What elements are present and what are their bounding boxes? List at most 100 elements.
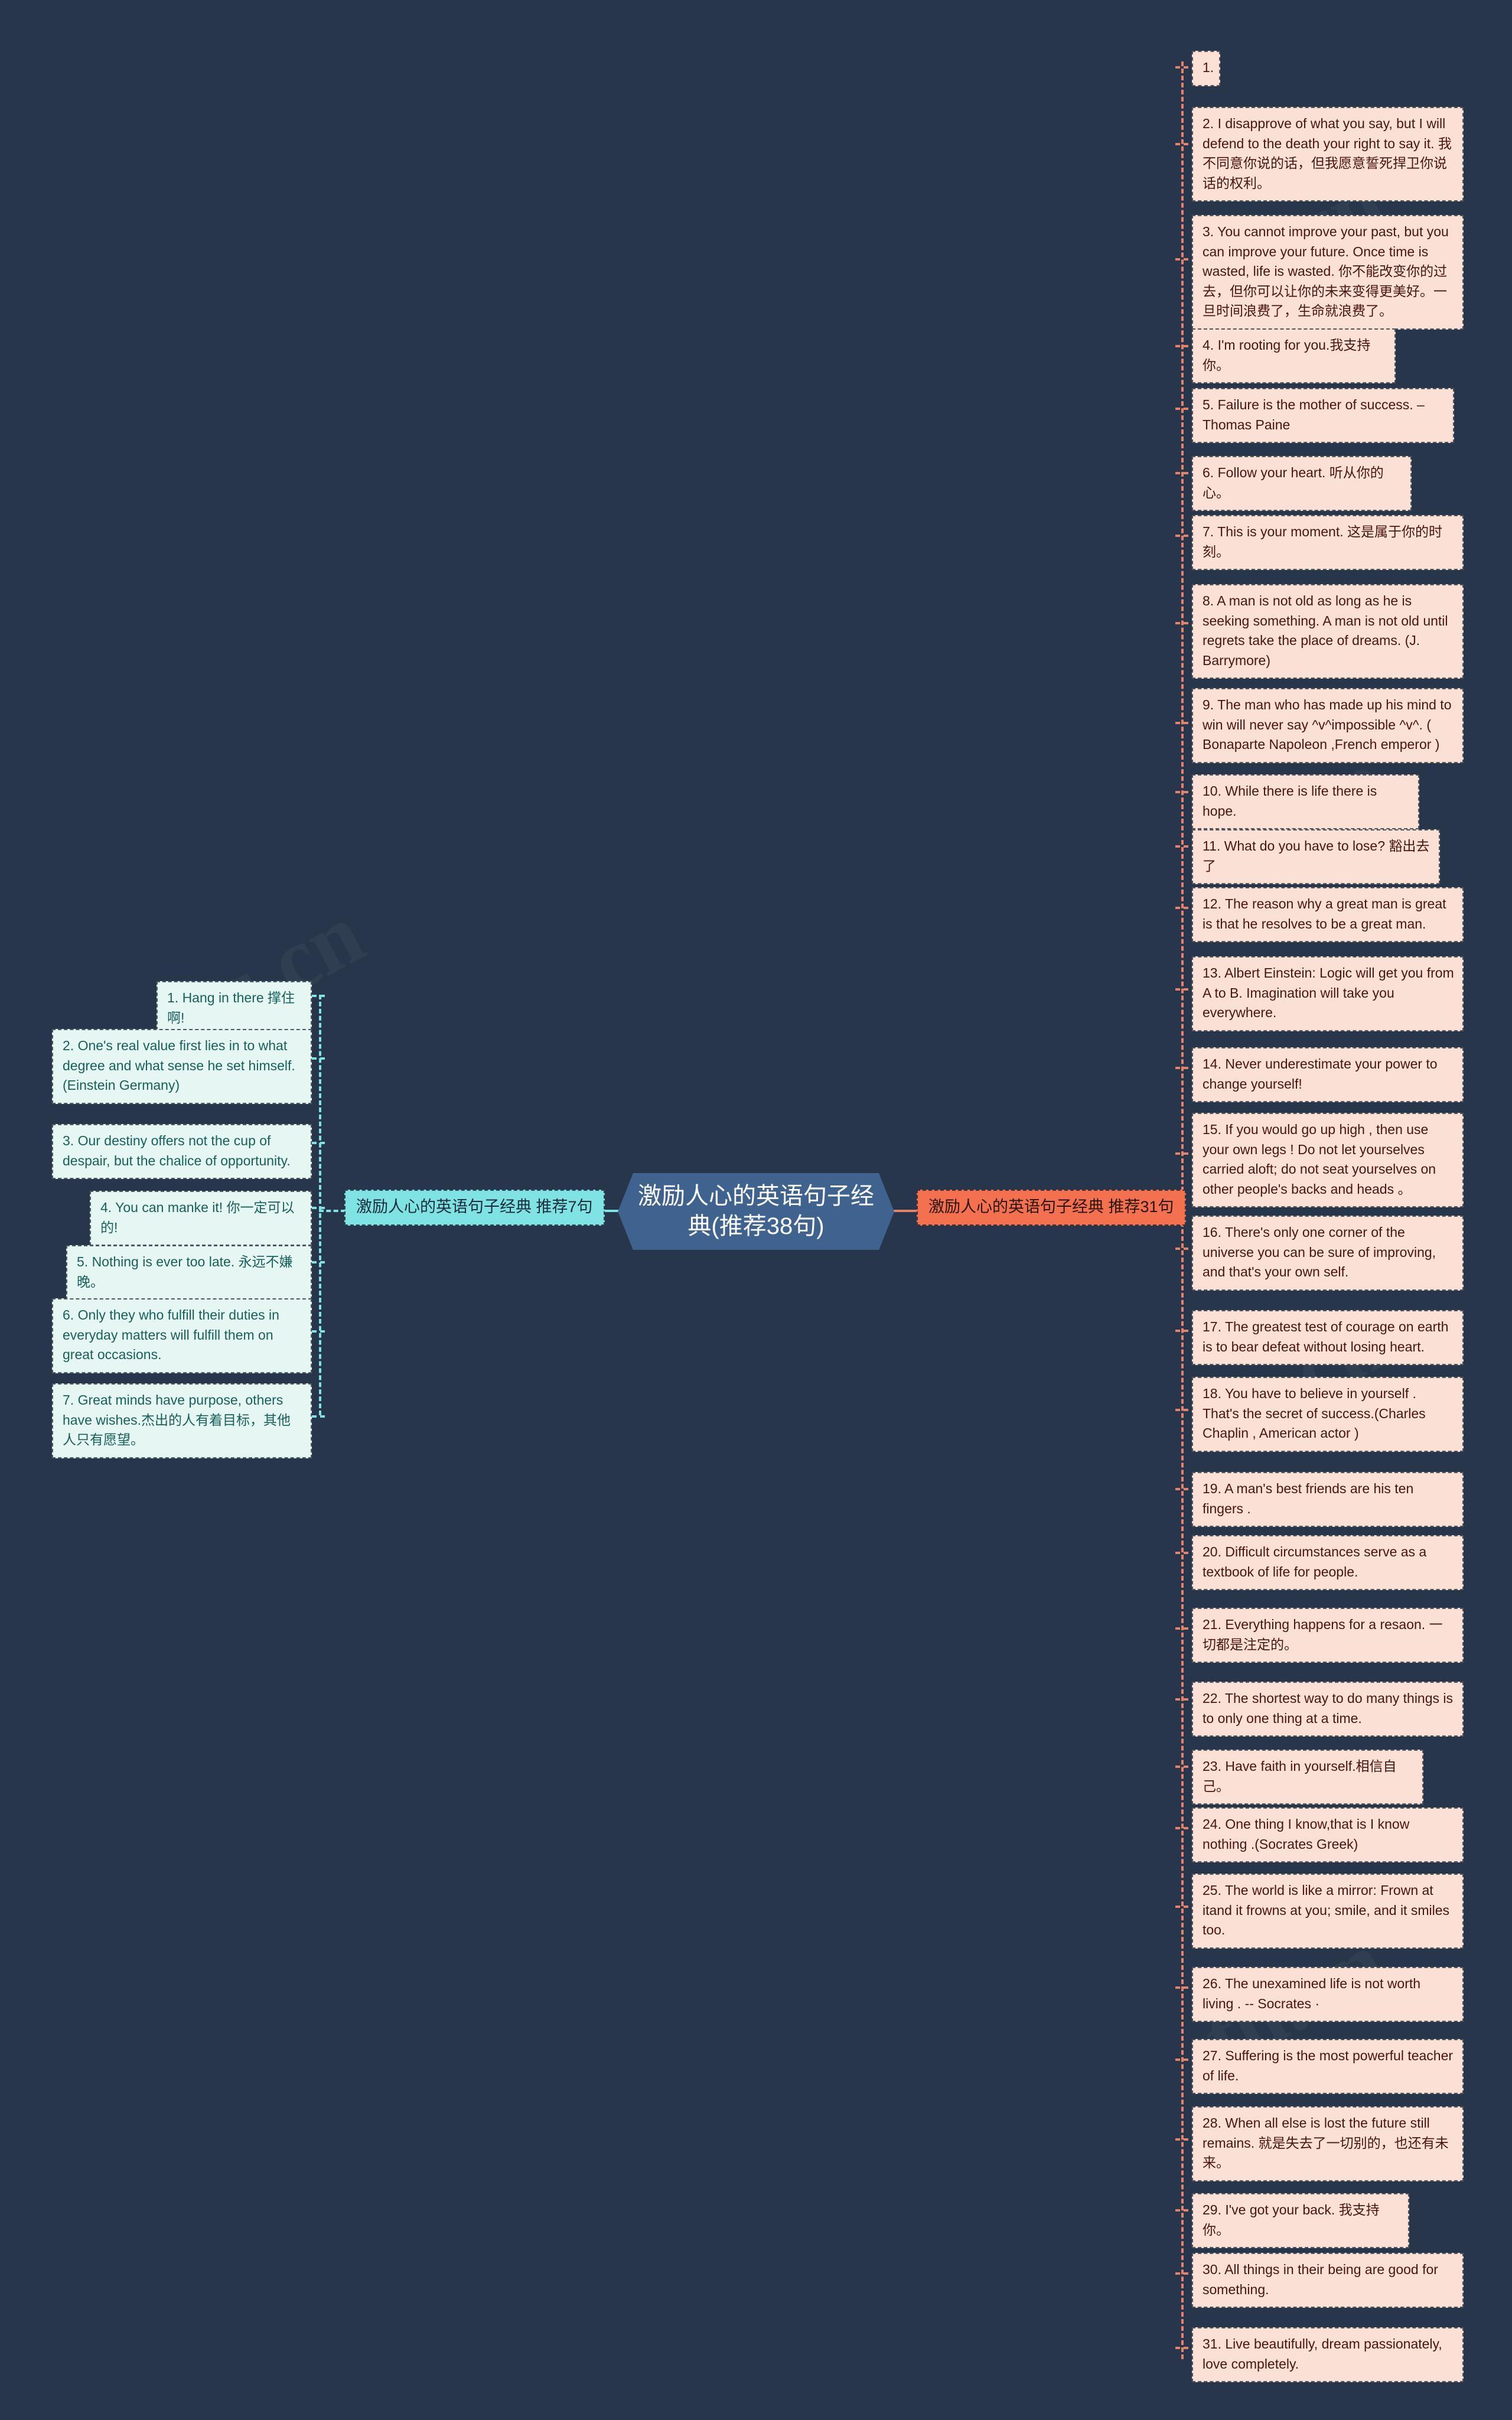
list-item[interactable]: 28. When all else is lost the future sti… [1192,2106,1464,2181]
connector-left-branch-stub [319,1210,346,1212]
list-item[interactable]: 18. You have to believe in yourself . Th… [1192,1377,1464,1452]
leaf-text: 6. Follow your heart. 听从你的心。 [1203,465,1384,500]
connector-right-leaf-stub [1175,1827,1188,1829]
list-item[interactable]: 30. All things in their being are good f… [1192,2253,1464,2308]
leaf-text: 4. I'm rooting for you.我支持你。 [1203,337,1371,373]
leaf-text: 18. You have to believe in yourself . Th… [1203,1386,1426,1441]
branch-node-right-label: 激励人心的英语句子经典 推荐31句 [928,1198,1174,1216]
leaf-text: 24. One thing I know,that is I know noth… [1203,1816,1410,1852]
connector-right-leaf-stub [1175,722,1188,724]
connector-right-leaf-stub [1175,845,1188,848]
list-item[interactable]: 31. Live beautifully, dream passionately… [1192,2327,1464,2383]
list-item[interactable]: 25. The world is like a mirror: Frown at… [1192,1874,1464,1949]
leaf-text: 17. The greatest test of courage on eart… [1203,1319,1449,1354]
list-item[interactable]: 23. Have faith in yourself.相信自己。 [1192,1750,1423,1805]
connector-right-leaf-stub [1175,2059,1188,2061]
list-item[interactable]: 1. [1192,51,1220,86]
root-node-label: 激励人心的英语句子经典(推荐38句) [638,1183,874,1240]
leaf-text: 14. Never underestimate your power to ch… [1203,1056,1438,1092]
list-item[interactable]: 11. What do you have to lose? 豁出去了 [1192,829,1440,885]
leaf-text: 21. Everything happens for a resaon. 一切都… [1203,1617,1443,1652]
connector-right-leaf-stub [1175,1906,1188,1908]
list-item[interactable]: 4. You can manke it! 你一定可以的! [90,1191,312,1246]
list-item[interactable]: 27. Suffering is the most powerful teach… [1192,2039,1464,2095]
leaf-text: 3. Our destiny offers not the cup of des… [63,1133,291,1168]
list-item[interactable]: 3. Our destiny offers not the cup of des… [52,1124,312,1180]
connector-right-leaf-stub [1175,258,1188,260]
list-item[interactable]: 17. The greatest test of courage on eart… [1192,1310,1464,1366]
list-item[interactable]: 8. A man is not old as long as he is see… [1192,584,1464,679]
list-item[interactable]: 6. Only they who fulfill their duties in… [52,1298,312,1373]
list-item[interactable]: 2. I disapprove of what you say, but I w… [1192,107,1464,202]
leaf-text: 29. I've got your back. 我支持你。 [1203,2202,1380,2237]
leaf-text: 3. You cannot improve your past, but you… [1203,224,1449,319]
connector-right-leaf-stub [1175,472,1188,474]
list-item[interactable]: 7. This is your moment. 这是属于你的时刻。 [1192,515,1464,571]
leaf-text: 15. If you would go up high , then use y… [1203,1122,1436,1197]
list-item[interactable]: 15. If you would go up high , then use y… [1192,1113,1464,1208]
leaf-text: 7. Great minds have purpose, others have… [63,1392,291,1448]
leaf-text: 5. Nothing is ever too late. 永远不嫌晚。 [77,1254,293,1289]
connector-right-leaf-stub [1175,535,1188,537]
connector-right-leaf-stub [1175,345,1188,347]
connector-right-leaf-stub [1175,1152,1188,1155]
list-item[interactable]: 19. A man's best friends are his ten fin… [1192,1472,1464,1527]
connector-right-leaf-stub [1175,988,1188,991]
list-item[interactable]: 12. The reason why a great man is great … [1192,887,1464,943]
branch-node-right[interactable]: 激励人心的英语句子经典 推荐31句 [917,1190,1186,1226]
list-item[interactable]: 16. There's only one corner of the unive… [1192,1216,1464,1291]
leaf-text: 9. The man who has made up his mind to w… [1203,697,1452,753]
leaf-text: 5. Failure is the mother of success. – T… [1203,397,1425,432]
leaf-text: 16. There's only one corner of the unive… [1203,1224,1436,1280]
list-item[interactable]: 1. Hang in there 撑住啊! [157,981,312,1037]
connector-right-leaf-stub [1175,1067,1188,1069]
list-item[interactable]: 26. The unexamined life is not worth liv… [1192,1967,1464,2022]
connector-right-leaf-stub [1175,143,1188,145]
list-item[interactable]: 29. I've got your back. 我支持你。 [1192,2193,1409,2249]
list-item[interactable]: 6. Follow your heart. 听从你的心。 [1192,456,1412,512]
connector-right-leaf-stub [1175,1248,1188,1250]
list-item[interactable]: 22. The shortest way to do many things i… [1192,1682,1464,1737]
list-item[interactable]: 4. I'm rooting for you.我支持你。 [1192,328,1396,384]
connector-left-leaf-stub [312,1142,325,1144]
connector-left-leaf-stub [312,1261,325,1263]
leaf-text: 30. All things in their being are good f… [1203,2262,1438,2297]
leaf-text: 12. The reason why a great man is great … [1203,896,1446,931]
branch-node-left[interactable]: 激励人心的英语句子经典 推荐7句 [344,1190,605,1226]
list-item[interactable]: 21. Everything happens for a resaon. 一切都… [1192,1608,1464,1663]
connector-right-leaf-stub [1175,622,1188,624]
connector-right-leaf-stub [1175,1409,1188,1411]
connector-root-right-branch [892,1210,919,1212]
leaf-text: 13. Albert Einstein: Logic will get you … [1203,965,1454,1021]
connector-right-leaf-stub [1175,791,1188,793]
list-item[interactable]: 7. Great minds have purpose, others have… [52,1383,312,1458]
list-item[interactable]: 14. Never underestimate your power to ch… [1192,1047,1464,1103]
leaf-text: 31. Live beautifully, dream passionately… [1203,2336,1442,2372]
leaf-text: 11. What do you have to lose? 豁出去了 [1203,838,1430,874]
list-item[interactable]: 2. One's real value first lies in to wha… [52,1029,312,1104]
leaf-text: 23. Have faith in yourself.相信自己。 [1203,1758,1397,1794]
connector-right-leaf-stub [1175,66,1188,69]
leaf-text: 27. Suffering is the most powerful teach… [1203,2048,1454,2083]
leaf-text: 4. You can manke it! 你一定可以的! [100,1200,295,1235]
connector-left-spine [319,995,321,1415]
leaf-text: 10. While there is life there is hope. [1203,783,1377,819]
list-item[interactable]: 13. Albert Einstein: Logic will get you … [1192,956,1464,1031]
connector-right-leaf-stub [1175,2347,1188,2349]
list-item[interactable]: 5. Failure is the mother of success. – T… [1192,388,1454,444]
list-item[interactable]: 20. Difficult circumstances serve as a t… [1192,1535,1464,1591]
leaf-text: 1. [1203,60,1214,75]
root-node[interactable]: 激励人心的英语句子经典(推荐38句) [618,1173,894,1250]
list-item[interactable]: 5. Nothing is ever too late. 永远不嫌晚。 [66,1245,312,1301]
connector-right-leaf-stub [1175,2272,1188,2275]
connector-right-leaf-stub [1175,1627,1188,1630]
list-item[interactable]: 9. The man who has made up his mind to w… [1192,688,1464,763]
leaf-text: 1. Hang in there 撑住啊! [167,990,295,1025]
connector-right-leaf-stub [1175,1552,1188,1554]
list-item[interactable]: 3. You cannot improve your past, but you… [1192,215,1464,330]
list-item[interactable]: 10. While there is life there is hope. [1192,774,1419,830]
connector-left-leaf-stub [312,1330,325,1333]
leaf-text: 7. This is your moment. 这是属于你的时刻。 [1203,524,1442,559]
list-item[interactable]: 24. One thing I know,that is I know noth… [1192,1807,1464,1863]
connector-right-leaf-stub [1175,907,1188,909]
